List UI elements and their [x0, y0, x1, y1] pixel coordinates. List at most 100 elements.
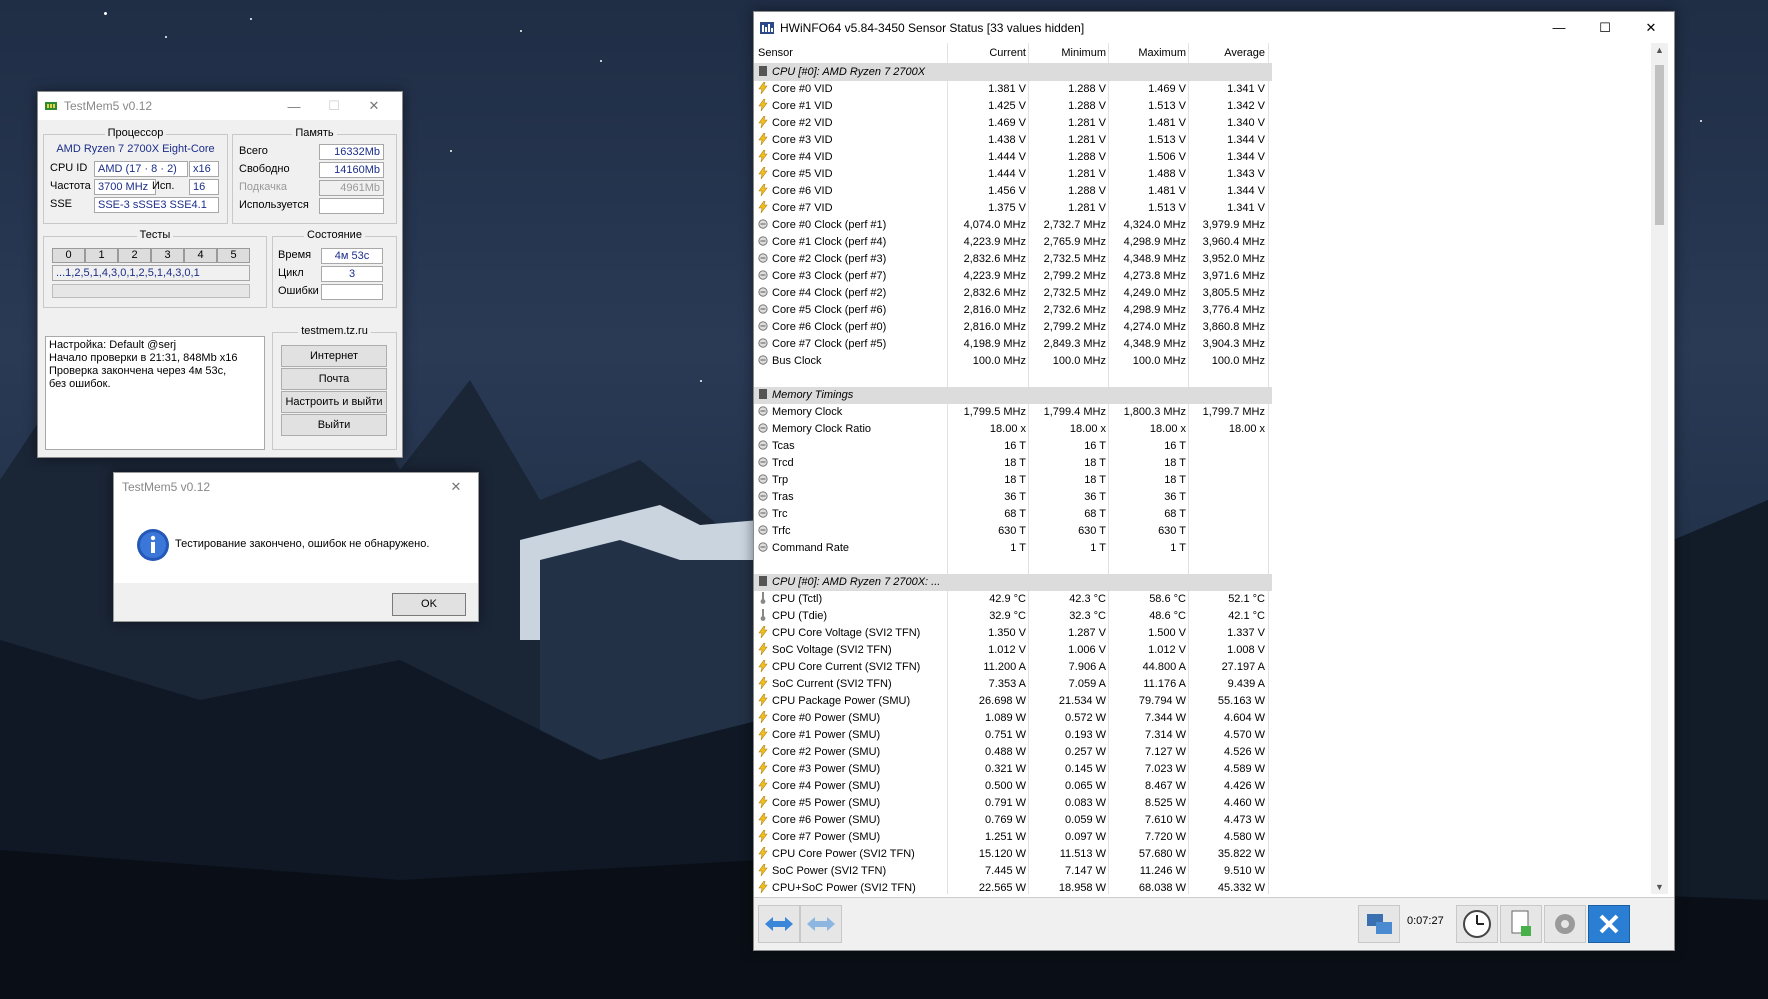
maximize-button[interactable]: ☐ — [1585, 12, 1625, 43]
sensor-row[interactable]: Core #4 VID 1.444 V 1.288 V 1.506 V 1.344 V — [754, 149, 1272, 166]
column-header[interactable]: Average — [1189, 43, 1265, 60]
sensor-row[interactable]: Tcas 16 T 16 T 16 T — [754, 438, 1272, 455]
exit-button[interactable]: Выйти — [281, 414, 387, 436]
sensor-name-cell: Core #1 Clock (perf #4) — [758, 234, 943, 251]
sensor-name-cell: Core #2 Power (SMU) — [758, 744, 943, 761]
test-sequence: ...1,2,5,1,4,3,0,1,2,5,1,4,3,0,1 — [52, 265, 250, 281]
minimize-button[interactable]: — — [1539, 12, 1579, 43]
navigate-arrows-button[interactable] — [758, 905, 800, 943]
current-cell: 36 T — [1004, 491, 1026, 503]
configure-exit-button[interactable]: Настроить и выйти — [281, 391, 387, 413]
sensor-row[interactable]: Core #1 Clock (perf #4) 4,223.9 MHz 2,765.… — [754, 234, 1272, 251]
log-panel[interactable]: Настройка: Default @serj Начало проверки… — [45, 336, 265, 450]
sensor-group-row[interactable]: CPU [#0]: AMD Ryzen 7 2700X: ... — [754, 574, 1272, 591]
scroll-down-icon[interactable]: ▼ — [1655, 882, 1664, 892]
column-header[interactable]: Minimum — [1029, 43, 1106, 60]
sensor-row[interactable]: Core #2 Power (SMU) 0.488 W 0.257 W 7.127 W… — [754, 744, 1272, 761]
sensor-row[interactable]: Core #3 VID 1.438 V 1.281 V 1.513 V 1.344 V — [754, 132, 1272, 149]
sensor-row[interactable]: Bus Clock 100.0 MHz 100.0 MHz 100.0 MHz 100.… — [754, 353, 1272, 370]
sensor-row[interactable]: SoC Current (SVI2 TFN) 7.353 A 7.059 A 11.1… — [754, 676, 1272, 693]
sensor-row[interactable]: CPU (Tctl) 42.9 °C 42.3 °C 58.6 °C 52.1 °C — [754, 591, 1272, 608]
scroll-up-icon[interactable]: ▲ — [1655, 45, 1664, 55]
sensor-row[interactable]: Core #5 VID 1.444 V 1.281 V 1.488 V 1.343 V — [754, 166, 1272, 183]
column-header[interactable]: Current — [948, 43, 1026, 60]
close-sensors-button[interactable] — [1588, 905, 1630, 943]
sensor-row[interactable]: Core #3 Power (SMU) 0.321 W 0.145 W 7.023 W… — [754, 761, 1272, 778]
settings-button[interactable] — [1544, 905, 1586, 943]
minimum-cell: 2,765.9 MHz — [1043, 236, 1106, 248]
sensor-row[interactable]: Tras 36 T 36 T 36 T — [754, 489, 1272, 506]
current-cell: 16 T — [1004, 440, 1026, 452]
sensor-row[interactable]: CPU (Tdie) 32.9 °C 32.3 °C 48.6 °C 42.1 °C — [754, 608, 1272, 625]
maximum-cell: 4,348.9 MHz — [1123, 253, 1186, 265]
network-button[interactable] — [1358, 905, 1400, 943]
vertical-scrollbar[interactable]: ▲ ▼ — [1651, 43, 1668, 894]
sensor-name-cell: Core #6 VID — [758, 183, 943, 200]
minimize-button[interactable]: — — [274, 92, 314, 120]
sensor-row[interactable]: Core #2 Clock (perf #3) 2,832.6 MHz 2,732.… — [754, 251, 1272, 268]
scrollbar-thumb[interactable] — [1655, 65, 1664, 225]
sensor-row[interactable]: CPU+SoC Power (SVI2 TFN) 22.565 W 18.958 W… — [754, 880, 1272, 895]
clock-icon — [758, 219, 768, 229]
maximum-cell: 48.6 °C — [1149, 610, 1186, 622]
close-button[interactable]: ✕ — [354, 92, 394, 120]
sensor-row[interactable]: CPU Core Power (SVI2 TFN) 15.120 W 11.513 … — [754, 846, 1272, 863]
chip-icon — [759, 576, 767, 586]
column-header[interactable]: Maximum — [1109, 43, 1186, 60]
hwinfo-titlebar[interactable]: HWiNFO64 v5.84-3450 Sensor Status [33 va… — [754, 12, 1674, 43]
sensor-row[interactable]: Core #0 Clock (perf #1) 4,074.0 MHz 2,732.… — [754, 217, 1272, 234]
sensor-row[interactable]: Memory Clock 1,799.5 MHz 1,799.4 MHz 1,800.… — [754, 404, 1272, 421]
maximum-cell: 1.506 V — [1148, 151, 1186, 163]
dialog-titlebar[interactable]: TestMem5 v0.12 ✕ — [114, 473, 478, 501]
testmem-titlebar[interactable]: TestMem5 v0.12 — ☐ ✕ — [38, 92, 402, 120]
dialog-close-button[interactable]: ✕ — [436, 473, 476, 501]
sensor-row[interactable]: Trcd 18 T 18 T 18 T — [754, 455, 1272, 472]
sensor-row[interactable]: Core #0 VID 1.381 V 1.288 V 1.469 V 1.341 V — [754, 81, 1272, 98]
sensor-row[interactable]: Memory Clock Ratio 18.00 x 18.00 x 18.00 x 1… — [754, 421, 1272, 438]
sensor-row[interactable]: Command Rate 1 T 1 T 1 T — [754, 540, 1272, 557]
maximum-cell: 7.023 W — [1145, 763, 1186, 775]
mail-button[interactable]: Почта — [281, 368, 387, 390]
sensor-row[interactable]: Trfc 630 T 630 T 630 T — [754, 523, 1272, 540]
sensor-row[interactable]: Core #5 Power (SMU) 0.791 W 0.083 W 8.525 W… — [754, 795, 1272, 812]
sensor-row[interactable]: CPU Core Current (SVI2 TFN) 11.200 A 7.906… — [754, 659, 1272, 676]
close-button[interactable]: ✕ — [1631, 12, 1671, 43]
sensor-row[interactable]: Core #4 Clock (perf #2) 2,832.6 MHz 2,732.… — [754, 285, 1272, 302]
bolt-icon — [758, 728, 768, 740]
minimum-cell: 2,849.3 MHz — [1043, 338, 1106, 350]
sensor-row[interactable]: Core #7 Clock (perf #5) 4,198.9 MHz 2,849.… — [754, 336, 1272, 353]
bolt-icon — [758, 677, 768, 689]
sensor-row[interactable]: Core #2 VID 1.469 V 1.281 V 1.481 V 1.340 V — [754, 115, 1272, 132]
sensor-row[interactable]: SoC Power (SVI2 TFN) 7.445 W 7.147 W 11.246… — [754, 863, 1272, 880]
sensor-row[interactable]: CPU Core Voltage (SVI2 TFN) 1.350 V 1.287 … — [754, 625, 1272, 642]
collapse-arrows-button[interactable] — [800, 905, 842, 943]
sensor-row[interactable]: Core #6 VID 1.456 V 1.288 V 1.481 V 1.344 V — [754, 183, 1272, 200]
sensor-row[interactable]: Core #3 Clock (perf #7) 4,223.9 MHz 2,799.… — [754, 268, 1272, 285]
column-header[interactable]: Sensor — [758, 43, 943, 60]
current-cell: 1.469 V — [988, 117, 1026, 129]
cpu-id-field: AMD (17 · 8 · 2) — [94, 161, 188, 177]
logging-button[interactable] — [1500, 905, 1542, 943]
processor-group: Процессор AMD Ryzen 7 2700X Eight-Core C… — [43, 127, 228, 224]
sensor-row[interactable]: Core #6 Power (SMU) 0.769 W 0.059 W 7.610 W… — [754, 812, 1272, 829]
sensor-row[interactable]: SoC Voltage (SVI2 TFN) 1.012 V 1.006 V 1.01… — [754, 642, 1272, 659]
maximize-button[interactable]: ☐ — [314, 92, 354, 120]
sensor-row[interactable]: Core #1 VID 1.425 V 1.288 V 1.513 V 1.342 V — [754, 98, 1272, 115]
sensor-row[interactable]: Core #6 Clock (perf #0) 2,816.0 MHz 2,799.… — [754, 319, 1272, 336]
sensor-row[interactable]: Core #5 Clock (perf #6) 2,816.0 MHz 2,732.… — [754, 302, 1272, 319]
reset-timer-button[interactable] — [1456, 905, 1498, 943]
sensor-row[interactable]: Core #1 Power (SMU) 0.751 W 0.193 W 7.314 W… — [754, 727, 1272, 744]
sensor-group-row[interactable]: Memory Timings — [754, 387, 1272, 404]
sensor-row[interactable]: Trp 18 T 18 T 18 T — [754, 472, 1272, 489]
internet-button[interactable]: Интернет — [281, 345, 387, 367]
sensor-row[interactable]: Core #7 Power (SMU) 1.251 W 0.097 W 7.720 W… — [754, 829, 1272, 846]
sensor-row[interactable]: Core #7 VID 1.375 V 1.281 V 1.513 V 1.341 V — [754, 200, 1272, 217]
sensor-row[interactable]: Trc 68 T 68 T 68 T — [754, 506, 1272, 523]
ok-button[interactable]: OK — [392, 593, 466, 616]
average-cell: 3,860.8 MHz — [1202, 321, 1265, 333]
sensor-row[interactable]: Core #0 Power (SMU) 1.089 W 0.572 W 7.344 W… — [754, 710, 1272, 727]
minimum-cell: 0.572 W — [1065, 712, 1106, 724]
sensor-group-row[interactable]: CPU [#0]: AMD Ryzen 7 2700X — [754, 64, 1272, 81]
sensor-row[interactable]: Core #4 Power (SMU) 0.500 W 0.065 W 8.467 W… — [754, 778, 1272, 795]
sensor-row[interactable]: CPU Package Power (SMU) 26.698 W 21.534 W 7… — [754, 693, 1272, 710]
